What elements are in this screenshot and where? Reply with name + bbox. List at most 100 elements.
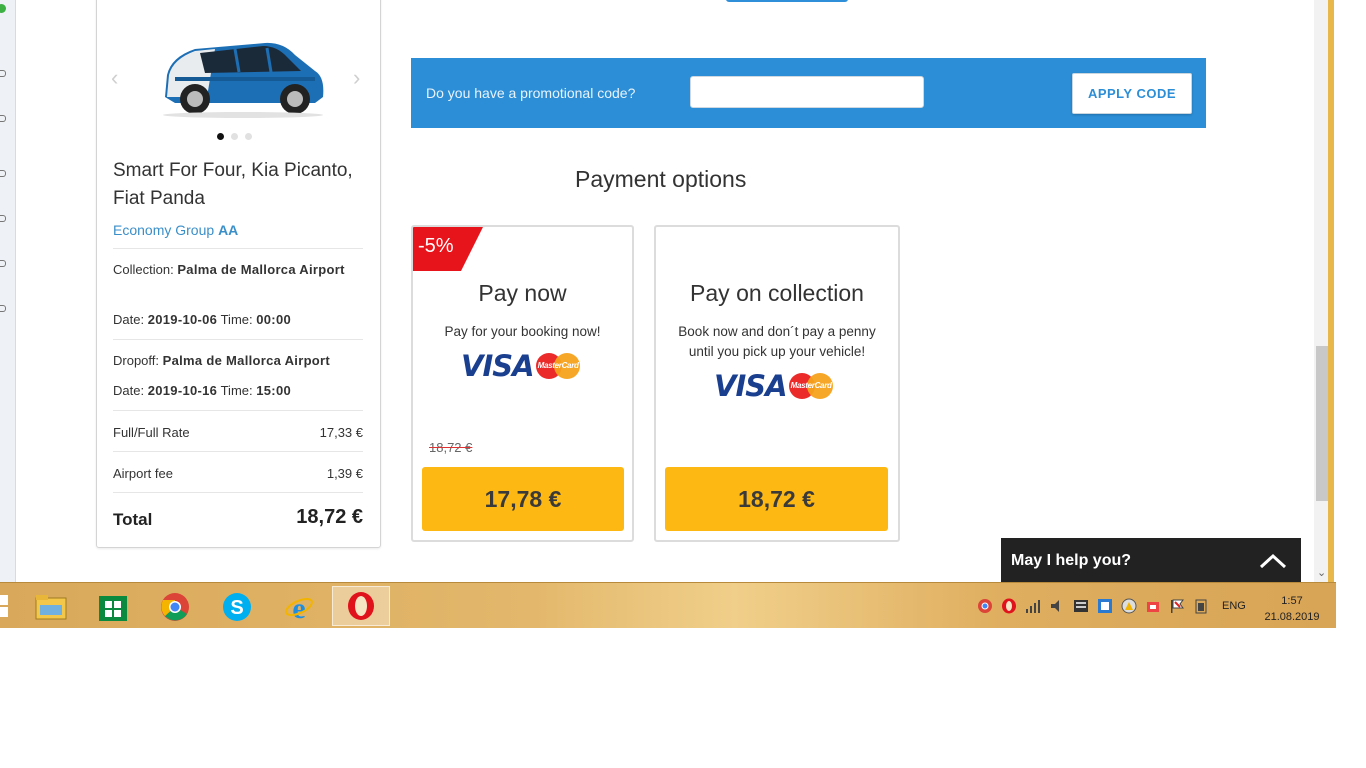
chat-widget[interactable]: May I help you?	[1001, 538, 1301, 582]
chrome-icon[interactable]	[157, 589, 193, 625]
carousel-dot[interactable]	[231, 133, 238, 140]
svg-text:S: S	[230, 597, 243, 619]
status-dot-icon	[0, 4, 6, 13]
total-label: Total	[113, 510, 153, 529]
side-mark-icon[interactable]	[0, 115, 6, 122]
visa-logo: VISA	[461, 349, 535, 383]
chevron-up-icon[interactable]	[1259, 553, 1287, 569]
promo-code-input[interactable]	[690, 76, 924, 108]
browser-viewport: ‹ › Smart For Four, Kia Picanto, Fiat Pa…	[0, 0, 1336, 582]
dropoff-date: 2019-10-16	[147, 383, 218, 398]
mastercard-logo: MasterCard	[788, 373, 833, 399]
side-mark-icon[interactable]	[0, 215, 6, 222]
tray-warning-icon[interactable]	[1121, 598, 1137, 614]
pay-on-collection-description-2: until you pick up your vehicle!	[688, 344, 866, 359]
card-logos: VISA MasterCard	[714, 369, 833, 403]
file-explorer-icon[interactable]	[33, 589, 69, 625]
promo-question: Do you have a promotional code?	[426, 85, 636, 101]
skype-icon[interactable]: S	[219, 589, 255, 625]
side-mark-icon[interactable]	[0, 260, 6, 267]
svg-text:e: e	[292, 592, 305, 622]
card-logos: VISA MasterCard	[461, 349, 580, 383]
dropoff-time: 15:00	[256, 383, 291, 398]
fee-value: 1,39 €	[326, 466, 363, 481]
scroll-down-icon[interactable]: ⌄	[1317, 566, 1326, 579]
pay-on-collection-option[interactable]: Pay on collection Book now and don´t pay…	[654, 225, 900, 542]
side-panel-strip	[0, 0, 16, 582]
dropoff-info: Dropoff: Palma de Mallorca Airport	[113, 351, 363, 371]
payment-options-title: Payment options	[575, 166, 747, 192]
car-image	[163, 42, 324, 118]
discount-badge	[413, 227, 483, 271]
date-label: Date:	[113, 312, 145, 327]
promo-code-bar: Do you have a promotional code? APPLY CO…	[411, 58, 1206, 128]
total-row: Total 18,72 €	[113, 506, 363, 530]
tray-chrome-icon[interactable]	[977, 598, 993, 614]
carousel-dot[interactable]	[217, 133, 224, 140]
tray-app-icon[interactable]	[1073, 598, 1089, 614]
pay-on-collection-title: Pay on collection	[690, 280, 864, 306]
pay-on-collection-price-button[interactable]: 18,72 €	[665, 467, 888, 531]
internet-explorer-icon[interactable]: e	[281, 589, 317, 625]
fee-row: Airport fee 1,39 €	[113, 466, 363, 481]
side-mark-icon[interactable]	[0, 70, 6, 77]
collection-location: Palma de Mallorca Airport	[177, 262, 345, 277]
carousel-dots	[217, 133, 252, 140]
side-mark-icon[interactable]	[0, 170, 6, 177]
signal-icon[interactable]	[1025, 598, 1041, 614]
store-icon[interactable]	[95, 589, 131, 625]
divider	[113, 492, 363, 493]
divider	[113, 339, 363, 340]
car-group-label: Economy Group	[113, 222, 215, 238]
pay-now-price-button[interactable]: 17,78 €	[422, 467, 624, 531]
fee-label: Airport fee	[113, 466, 173, 481]
time-label: Time:	[220, 312, 253, 327]
visa-logo: VISA	[714, 369, 788, 403]
car-group-code: AA	[218, 222, 239, 238]
collection-datetime: Date: 2019-10-06 Time: 00:00	[113, 310, 363, 330]
rate-label: Full/Full Rate	[113, 425, 190, 440]
booking-summary-card: ‹ › Smart For Four, Kia Picanto, Fiat Pa…	[96, 0, 381, 548]
collection-time: 00:00	[256, 312, 291, 327]
apply-code-button[interactable]: APPLY CODE	[1072, 73, 1192, 114]
tray-security-icon[interactable]	[1145, 598, 1161, 614]
car-group[interactable]: Economy Group AA	[113, 222, 238, 238]
car-title: Smart For Four, Kia Picanto, Fiat Panda	[113, 160, 353, 209]
collection-date: 2019-10-06	[147, 312, 218, 327]
carousel-next-icon[interactable]: ›	[353, 65, 360, 91]
opera-icon[interactable]	[332, 586, 390, 626]
old-price: 18,72 €	[429, 440, 473, 455]
top-continue-button[interactable]	[726, 0, 848, 2]
mastercard-logo-text: MasterCard	[790, 381, 832, 390]
tray-network-icon[interactable]	[1097, 598, 1113, 614]
tray-battery-icon[interactable]	[1193, 598, 1209, 614]
dropoff-location: Palma de Mallorca Airport	[162, 353, 331, 368]
dropoff-datetime: Date: 2019-10-16 Time: 15:00	[113, 381, 363, 401]
rate-value: 17,33 €	[319, 425, 363, 440]
pay-now-description: Pay for your booking now!	[444, 324, 601, 339]
divider	[113, 248, 363, 249]
volume-icon[interactable]	[1049, 598, 1065, 614]
taskbar-clock[interactable]: 1:57 21.08.2019	[1262, 593, 1322, 625]
start-icon[interactable]	[0, 595, 9, 617]
carousel-prev-icon[interactable]: ‹	[111, 65, 118, 91]
date-label: Date:	[113, 383, 145, 398]
windows-taskbar: S e	[0, 582, 1336, 628]
total-value: 18,72 €	[296, 506, 363, 528]
divider	[113, 410, 363, 411]
divider	[113, 451, 363, 452]
time-label: Time:	[220, 383, 253, 398]
mastercard-logo-text: MasterCard	[537, 361, 579, 370]
tray-opera-icon[interactable]	[1001, 598, 1017, 614]
clock-date: 21.08.2019	[1264, 611, 1320, 623]
pay-now-option[interactable]: -5% Pay now Pay for your booking now! VI…	[411, 225, 634, 542]
rate-row: Full/Full Rate 17,33 €	[113, 425, 363, 440]
window-border	[1328, 0, 1334, 582]
side-mark-icon[interactable]	[0, 305, 6, 312]
language-indicator[interactable]: ENG	[1222, 600, 1246, 612]
tray-flag-icon[interactable]	[1169, 598, 1185, 614]
carousel-dot[interactable]	[245, 133, 252, 140]
collection-label: Collection:	[113, 262, 174, 277]
pay-on-collection-description-1: Book now and don´t pay a penny	[678, 324, 876, 339]
clock-time: 1:57	[1281, 595, 1303, 607]
